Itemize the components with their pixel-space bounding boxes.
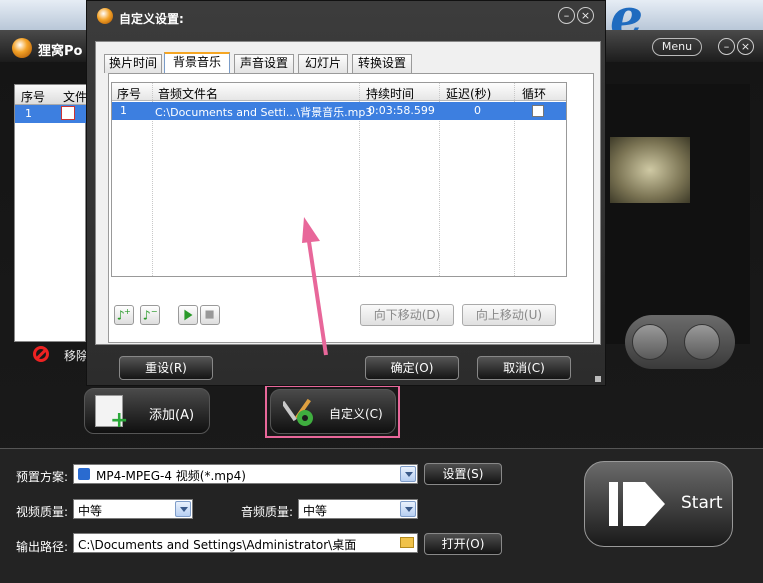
cancel-button[interactable]: 取消(C) bbox=[477, 356, 571, 380]
video-quality-select[interactable]: 中等 bbox=[73, 499, 193, 519]
row-delay: 0 bbox=[474, 104, 481, 117]
row-duration: 0:03:58.599 bbox=[368, 104, 435, 117]
column-header-duration: 持续时间 bbox=[366, 87, 415, 101]
column-header-index: 序号 bbox=[21, 90, 46, 104]
preset-select[interactable]: MP4-MPEG-4 视频(*.mp4) bbox=[73, 464, 418, 484]
preview-image bbox=[610, 137, 690, 203]
open-folder-button[interactable]: 打开(O) bbox=[424, 533, 502, 555]
remove-label[interactable]: 移除 bbox=[64, 347, 88, 364]
tab-slideshow[interactable]: 幻灯片 bbox=[298, 54, 348, 73]
app-title: 狸窝Po bbox=[38, 44, 83, 59]
preset-label: 预置方案: bbox=[16, 470, 69, 484]
svg-text:−: − bbox=[151, 306, 158, 316]
play-icon[interactable] bbox=[178, 305, 198, 325]
tab-conversion-settings[interactable]: 转换设置 bbox=[352, 54, 412, 73]
start-label: Start bbox=[681, 493, 723, 513]
stop-icon[interactable] bbox=[200, 305, 220, 325]
move-down-button[interactable]: 向下移动(D) bbox=[360, 304, 454, 326]
column-header-file: 音频文件名 bbox=[158, 87, 219, 101]
custom-button-label: 自定义(C) bbox=[329, 407, 383, 421]
music-table-header: 序号 音频文件名 持续时间 延迟(秒) 循环 bbox=[112, 83, 566, 101]
preset-settings-label: 设置(S) bbox=[442, 467, 484, 481]
ppt-file-icon bbox=[61, 106, 75, 120]
audio-quality-value: 中等 bbox=[303, 504, 328, 518]
move-up-button[interactable]: 向上移动(U) bbox=[462, 304, 556, 326]
chevron-down-icon[interactable] bbox=[175, 501, 191, 517]
close-icon[interactable]: × bbox=[737, 38, 754, 55]
output-path-label: 输出路径: bbox=[16, 540, 69, 554]
output-path-value: C:\Documents and Settings\Administrator\… bbox=[78, 538, 357, 552]
dialog-close-icon[interactable]: × bbox=[577, 7, 594, 24]
tab-label: 幻灯片 bbox=[304, 56, 341, 70]
add-button-label: 添加(A) bbox=[149, 408, 195, 423]
column-header-delay: 延迟(秒) bbox=[446, 87, 492, 101]
preset-settings-button[interactable]: 设置(S) bbox=[424, 463, 502, 485]
video-quality-value: 中等 bbox=[78, 504, 103, 518]
row-index: 1 bbox=[120, 104, 127, 117]
output-path-field[interactable]: C:\Documents and Settings\Administrator\… bbox=[73, 533, 418, 553]
remove-music-icon[interactable]: ♪ − bbox=[140, 305, 160, 325]
file-list[interactable]: 序号 文件 1 bbox=[14, 84, 87, 342]
app-logo-icon bbox=[12, 38, 32, 58]
preview-panel bbox=[600, 84, 750, 344]
reset-label: 重设(R) bbox=[145, 361, 187, 375]
reset-button[interactable]: 重设(R) bbox=[119, 356, 213, 380]
add-button[interactable]: 添加(A) bbox=[84, 388, 210, 434]
cancel-label: 取消(C) bbox=[503, 361, 545, 375]
tools-gear-icon bbox=[283, 398, 313, 426]
move-up-label: 向上移动(U) bbox=[475, 308, 543, 322]
tab-label: 背景音乐 bbox=[172, 55, 221, 69]
dialog-content: 换片时间 背景音乐 声音设置 幻灯片 转换设置 序号 音频文件名 持续时间 延迟… bbox=[95, 41, 601, 345]
file-list-header: 序号 文件 bbox=[15, 85, 87, 105]
tab-background-music[interactable]: 背景音乐 bbox=[164, 52, 230, 74]
rewind-icon[interactable] bbox=[632, 324, 668, 360]
chevron-down-icon[interactable] bbox=[400, 501, 416, 517]
dialog-logo-icon bbox=[97, 8, 113, 24]
column-header-loop: 循环 bbox=[522, 87, 547, 101]
file-list-row[interactable]: 1 bbox=[15, 105, 87, 123]
column-header-index: 序号 bbox=[117, 87, 142, 101]
menu-label: Menu bbox=[661, 40, 693, 53]
dialog-minimize-icon[interactable]: – bbox=[558, 7, 575, 24]
ok-label: 确定(O) bbox=[390, 361, 434, 375]
loop-checkbox[interactable] bbox=[532, 105, 544, 117]
annotation-arrow bbox=[302, 217, 328, 356]
add-music-icon[interactable]: ♪ + bbox=[114, 305, 134, 325]
svg-text:♪: ♪ bbox=[143, 308, 151, 323]
open-folder-label: 打开(O) bbox=[441, 537, 485, 551]
custom-settings-button[interactable]: 自定义(C) bbox=[270, 389, 396, 434]
ok-button[interactable]: 确定(O) bbox=[365, 356, 459, 380]
svg-text:+: + bbox=[124, 306, 131, 316]
play-icon[interactable] bbox=[684, 324, 720, 360]
add-file-icon bbox=[95, 395, 128, 433]
menu-button[interactable]: Menu bbox=[652, 38, 702, 56]
minimize-icon[interactable]: – bbox=[718, 38, 735, 55]
audio-quality-select[interactable]: 中等 bbox=[298, 499, 418, 519]
move-down-label: 向下移动(D) bbox=[373, 308, 441, 322]
tab-label: 换片时间 bbox=[108, 56, 157, 70]
audio-quality-label: 音频质量: bbox=[241, 505, 294, 519]
column-header-file: 文件 bbox=[63, 90, 88, 104]
table-row[interactable]: 1 C:\Documents and Setti...\背景音乐.mp3 0:0… bbox=[112, 102, 566, 120]
tab-label: 声音设置 bbox=[239, 56, 288, 70]
start-arrow-icon bbox=[609, 482, 665, 526]
tab-sound-settings[interactable]: 声音设置 bbox=[234, 54, 294, 73]
row-file: C:\Documents and Setti...\背景音乐.mp3 bbox=[155, 106, 373, 119]
chevron-down-icon[interactable] bbox=[400, 466, 416, 482]
resize-grip[interactable] bbox=[595, 376, 601, 382]
file-index: 1 bbox=[25, 107, 32, 120]
video-format-icon bbox=[78, 468, 90, 480]
start-button[interactable]: Start bbox=[584, 461, 733, 547]
remove-icon[interactable] bbox=[33, 346, 49, 362]
custom-settings-dialog: 自定义设置: – × 换片时间 背景音乐 声音设置 幻灯片 转换设置 序号 音频… bbox=[86, 0, 606, 386]
tab-transition-time[interactable]: 换片时间 bbox=[104, 54, 162, 73]
folder-icon[interactable] bbox=[400, 537, 414, 548]
dialog-title: 自定义设置: bbox=[119, 12, 184, 26]
preset-value: MP4-MPEG-4 视频(*.mp4) bbox=[96, 469, 246, 483]
tab-label: 转换设置 bbox=[357, 56, 406, 70]
video-quality-label: 视频质量: bbox=[16, 505, 69, 519]
